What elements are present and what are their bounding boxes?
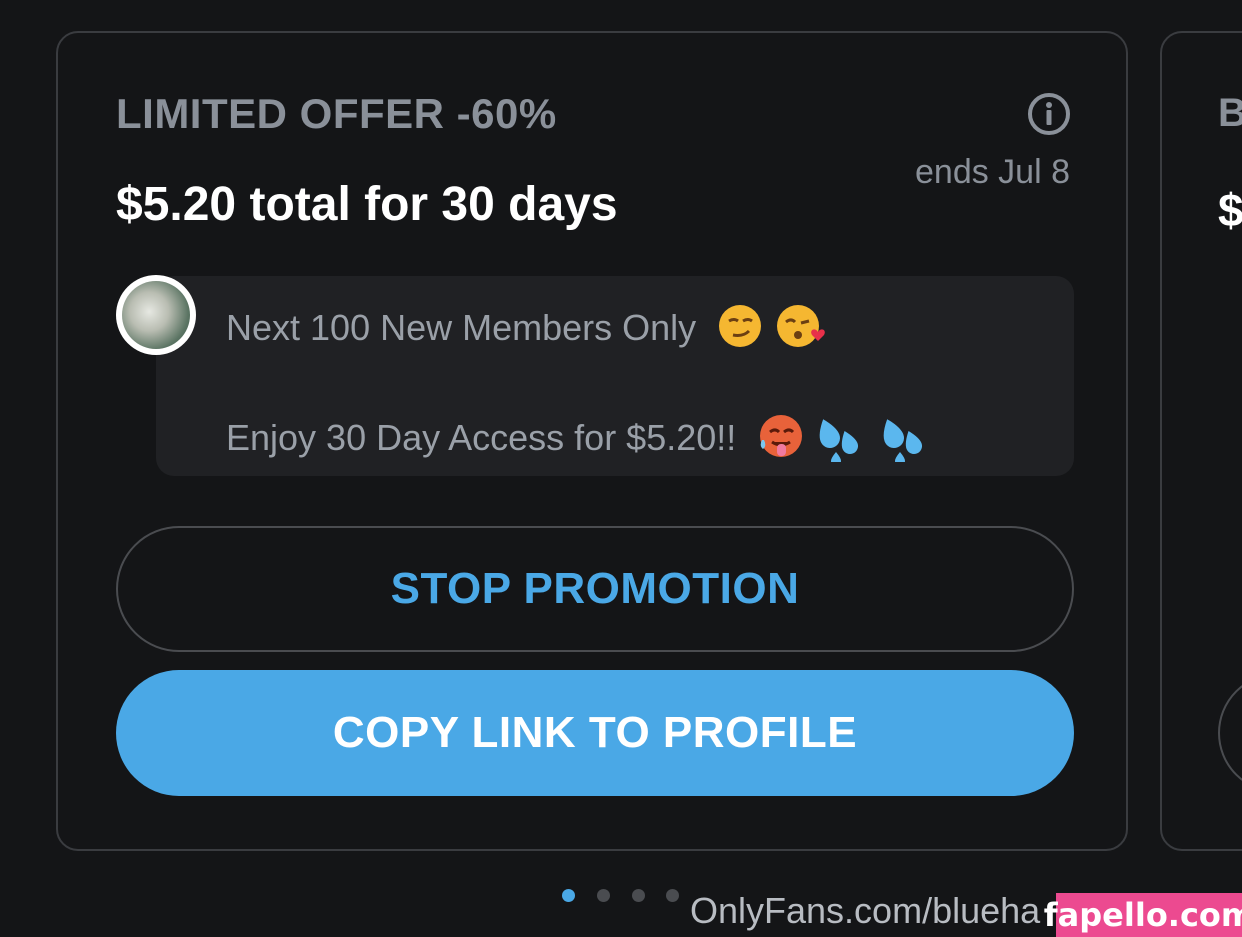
carousel-dot-2[interactable] [597,889,610,902]
message-line-2-text: Enjoy 30 Day Access for $5.20!! [226,417,737,458]
smirk-emoji [719,305,762,347]
message-line-1: Next 100 New Members Only [226,302,830,350]
promotion-card: LIMITED OFFER -60% ends Jul 8 $5.20 tota… [56,31,1128,851]
info-icon[interactable] [1026,91,1072,137]
site-watermark: fapello.com [1044,893,1242,937]
carousel-dot-3[interactable] [632,889,645,902]
hot-face-emoji [760,415,803,457]
offer-title: LIMITED OFFER -60% [116,90,557,137]
next-card-title: B [1218,91,1242,136]
carousel-dot-4[interactable] [666,889,679,902]
profile-url-watermark: OnlyFans.com/blueha [690,890,1041,931]
avatar[interactable] [116,275,196,355]
copy-link-button[interactable]: COPY LINK TO PROFILE [116,670,1074,796]
offer-price: $5.20 total for 30 days [116,178,618,231]
carousel-dot-1[interactable] [562,889,575,902]
stop-promotion-button[interactable]: STOP PROMOTION [116,526,1074,652]
message-line-1-text: Next 100 New Members Only [226,307,697,348]
kiss-emoji [777,305,826,347]
sweat-droplets-emoji [884,419,923,466]
next-card-price: $ [1218,184,1242,236]
offer-end-date: ends Jul 8 [915,153,1070,191]
next-card-button[interactable] [1218,673,1242,793]
promo-message: Next 100 New Members Only Enjoy 30 Day A… [156,276,1074,476]
avatar-image [122,281,190,349]
message-line-2: Enjoy 30 Day Access for $5.20!! [226,412,934,466]
next-promotion-card[interactable]: B $ [1160,31,1242,851]
sweat-droplets-emoji [819,419,859,466]
